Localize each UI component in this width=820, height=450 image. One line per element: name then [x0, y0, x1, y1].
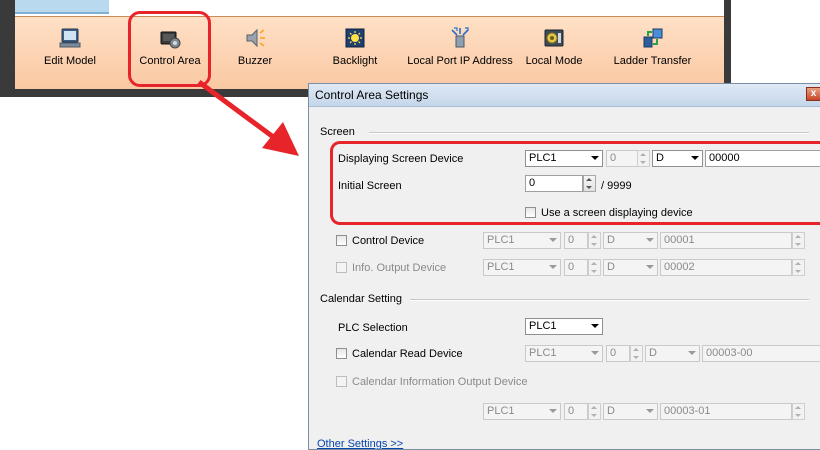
- control-address-value: 00001: [664, 234, 695, 246]
- calendar-info-device-type-value: D: [607, 405, 615, 417]
- screen-group-divider: [369, 132, 809, 134]
- calendar-info-station-value: 0: [568, 405, 575, 417]
- calendar-info-address-value: 00003-01: [664, 405, 711, 417]
- calendar-read-address-value: 00003-00: [706, 347, 753, 359]
- calendar-info-plc-select: PLC1: [483, 403, 561, 420]
- calendar-info-address-spinner: [792, 403, 805, 420]
- screen-settings-highlight: [330, 141, 820, 225]
- info-device-type-value: D: [607, 261, 615, 273]
- chevron-down-icon: [646, 409, 654, 413]
- calendar-info-output-label: Calendar Information Output Device: [352, 376, 528, 388]
- chevron-down-icon: [646, 265, 654, 269]
- calendar-read-label: Calendar Read Device: [352, 348, 463, 360]
- control-plc-value: PLC1: [487, 234, 515, 246]
- calendar-read-station-spinner: [630, 345, 643, 362]
- plc-selection-label: PLC Selection: [338, 322, 408, 334]
- calendar-info-address-field: 00003-01: [660, 403, 792, 420]
- calendar-read-address-field: 00003-00: [702, 345, 820, 362]
- calendar-info-plc-value: PLC1: [487, 405, 515, 417]
- info-output-checkbox: [336, 262, 347, 273]
- control-device-label: Control Device: [352, 235, 425, 247]
- calendar-group-divider: [410, 299, 809, 301]
- calendar-read-station-field: 0: [606, 345, 630, 362]
- chevron-down-icon: [591, 324, 599, 328]
- calendar-info-station-spinner: [588, 403, 601, 420]
- control-address-spinner: [792, 232, 805, 249]
- calendar-read-device-type-value: D: [649, 347, 657, 359]
- chevron-down-icon: [688, 351, 696, 355]
- control-station-value: 0: [568, 234, 575, 246]
- calendar-read-device-type-select: D: [645, 345, 700, 362]
- info-station-value: 0: [568, 261, 575, 273]
- calendar-read-plc-select: PLC1: [525, 345, 603, 362]
- calendar-read-checkbox[interactable]: [336, 348, 347, 359]
- other-settings-link[interactable]: Other Settings >>: [317, 438, 403, 450]
- info-station-spinner: [588, 259, 601, 276]
- calendar-read-station-value: 0: [610, 347, 617, 359]
- control-device-checkbox[interactable]: [336, 235, 347, 246]
- calendar-read-plc-value: PLC1: [529, 347, 557, 359]
- info-plc-select: PLC1: [483, 259, 561, 276]
- control-plc-select: PLC1: [483, 232, 561, 249]
- calendar-info-station-field: 0: [564, 403, 588, 420]
- dialog-titlebar[interactable]: Control Area Settings x: [309, 84, 820, 107]
- chevron-down-icon: [591, 351, 599, 355]
- control-device-type-select: D: [603, 232, 658, 249]
- control-address-field: 00001: [660, 232, 792, 249]
- screen-group-label: Screen: [320, 126, 355, 138]
- chevron-down-icon: [646, 238, 654, 242]
- info-plc-value: PLC1: [487, 261, 515, 273]
- info-device-type-select: D: [603, 259, 658, 276]
- chevron-down-icon: [549, 409, 557, 413]
- info-address-field: 00002: [660, 259, 792, 276]
- chevron-down-icon: [549, 265, 557, 269]
- info-address-value: 00002: [664, 261, 695, 273]
- info-output-label: Info. Output Device: [352, 262, 447, 274]
- chevron-down-icon: [549, 238, 557, 242]
- calendar-info-output-checkbox: [336, 376, 347, 387]
- plc-selection-value: PLC1: [529, 320, 557, 332]
- control-station-field: 0: [564, 232, 588, 249]
- close-icon[interactable]: x: [806, 87, 820, 101]
- info-station-field: 0: [564, 259, 588, 276]
- control-station-spinner: [588, 232, 601, 249]
- dialog-title: Control Area Settings: [315, 88, 429, 102]
- info-address-spinner: [792, 259, 805, 276]
- close-button-glyph: x: [810, 88, 817, 99]
- control-device-type-value: D: [607, 234, 615, 246]
- plc-selection-select[interactable]: PLC1: [525, 318, 603, 335]
- calendar-group-label: Calendar Setting: [320, 293, 402, 305]
- calendar-info-device-type-select: D: [603, 403, 658, 420]
- control-area-settings-dialog: Control Area Settings x Screen Displayin…: [308, 83, 820, 450]
